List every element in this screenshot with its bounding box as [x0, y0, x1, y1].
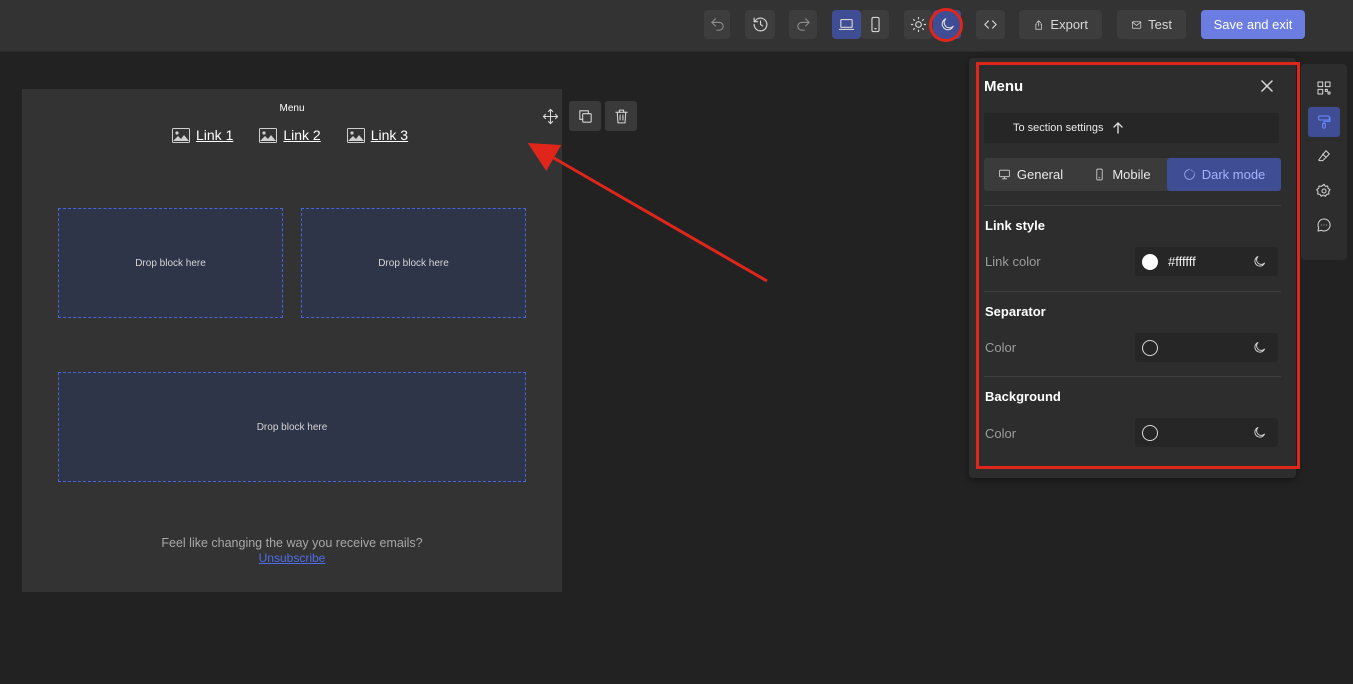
menu-link-2[interactable]: Link 2	[259, 127, 321, 143]
menu-link-1[interactable]: Link 1	[172, 127, 233, 143]
image-placeholder-icon	[259, 127, 278, 143]
drop-zone-label: Drop block here	[135, 257, 206, 269]
image-placeholder-icon	[346, 127, 365, 143]
eraser-button[interactable]	[1308, 141, 1340, 171]
blocks-button[interactable]	[1308, 73, 1340, 103]
paint-roller-icon	[1318, 115, 1331, 129]
menu-link-3[interactable]: Link 3	[346, 127, 409, 143]
email-canvas: Menu Link 1 Link 2 Link 3 Drop block her…	[22, 89, 562, 592]
settings-gear-icon	[1316, 183, 1331, 197]
drop-zone[interactable]: Drop block here	[58, 372, 526, 482]
sun-icon	[910, 16, 927, 33]
top-toolbar: Export Test Save and exit	[0, 0, 1353, 52]
undo-icon	[710, 18, 724, 31]
export-label: Export	[1050, 17, 1088, 32]
eraser-icon	[1318, 150, 1330, 162]
code-view-button[interactable]	[976, 10, 1005, 39]
mobile-view-button[interactable]	[861, 10, 889, 39]
laptop-icon	[838, 18, 855, 31]
code-icon	[984, 20, 997, 29]
menu-link-label: Link 1	[196, 127, 234, 143]
redo-icon	[796, 18, 810, 31]
export-icon	[1035, 19, 1042, 30]
duplicate-block-button[interactable]	[569, 101, 601, 131]
mail-icon	[1132, 20, 1142, 29]
menu-link-label: Link 3	[370, 127, 409, 143]
image-placeholder-icon	[172, 127, 190, 143]
drop-zone[interactable]: Drop block here	[58, 208, 283, 318]
test-button[interactable]: Test	[1117, 10, 1186, 39]
desktop-view-button[interactable]	[832, 10, 861, 39]
blocks-icon	[1317, 81, 1331, 95]
settings-button[interactable]	[1308, 176, 1340, 206]
move-block-button[interactable]	[534, 101, 566, 131]
save-and-exit-button[interactable]: Save and exit	[1201, 10, 1305, 39]
comments-button[interactable]	[1308, 210, 1340, 240]
menu-block[interactable]: Link 1 Link 2 Link 3	[172, 127, 408, 143]
history-icon	[753, 17, 767, 32]
undo-button[interactable]	[704, 10, 730, 39]
annotation-circle	[929, 8, 963, 42]
move-icon	[542, 108, 558, 124]
appearance-button[interactable]	[1308, 107, 1340, 137]
delete-icon	[614, 109, 628, 123]
unsubscribe-link[interactable]: Unsubscribe	[22, 551, 562, 565]
annotation-box	[976, 62, 1300, 469]
menu-block-title: Menu	[279, 103, 305, 114]
test-label: Test	[1148, 17, 1172, 32]
drop-zone-label: Drop block here	[378, 257, 449, 269]
save-and-exit-label: Save and exit	[1213, 17, 1293, 32]
footer-text: Feel like changing the way you receive e…	[161, 536, 423, 550]
chat-icon	[1317, 218, 1331, 232]
drop-zone-label: Drop block here	[256, 421, 328, 433]
delete-block-button[interactable]	[605, 101, 637, 131]
history-button[interactable]	[745, 10, 775, 39]
duplicate-icon	[578, 109, 592, 123]
drop-zone[interactable]: Drop block here	[301, 208, 526, 318]
redo-button[interactable]	[789, 10, 817, 39]
menu-link-label: Link 2	[283, 127, 321, 143]
mobile-icon	[870, 16, 880, 33]
export-button[interactable]: Export	[1019, 10, 1102, 39]
